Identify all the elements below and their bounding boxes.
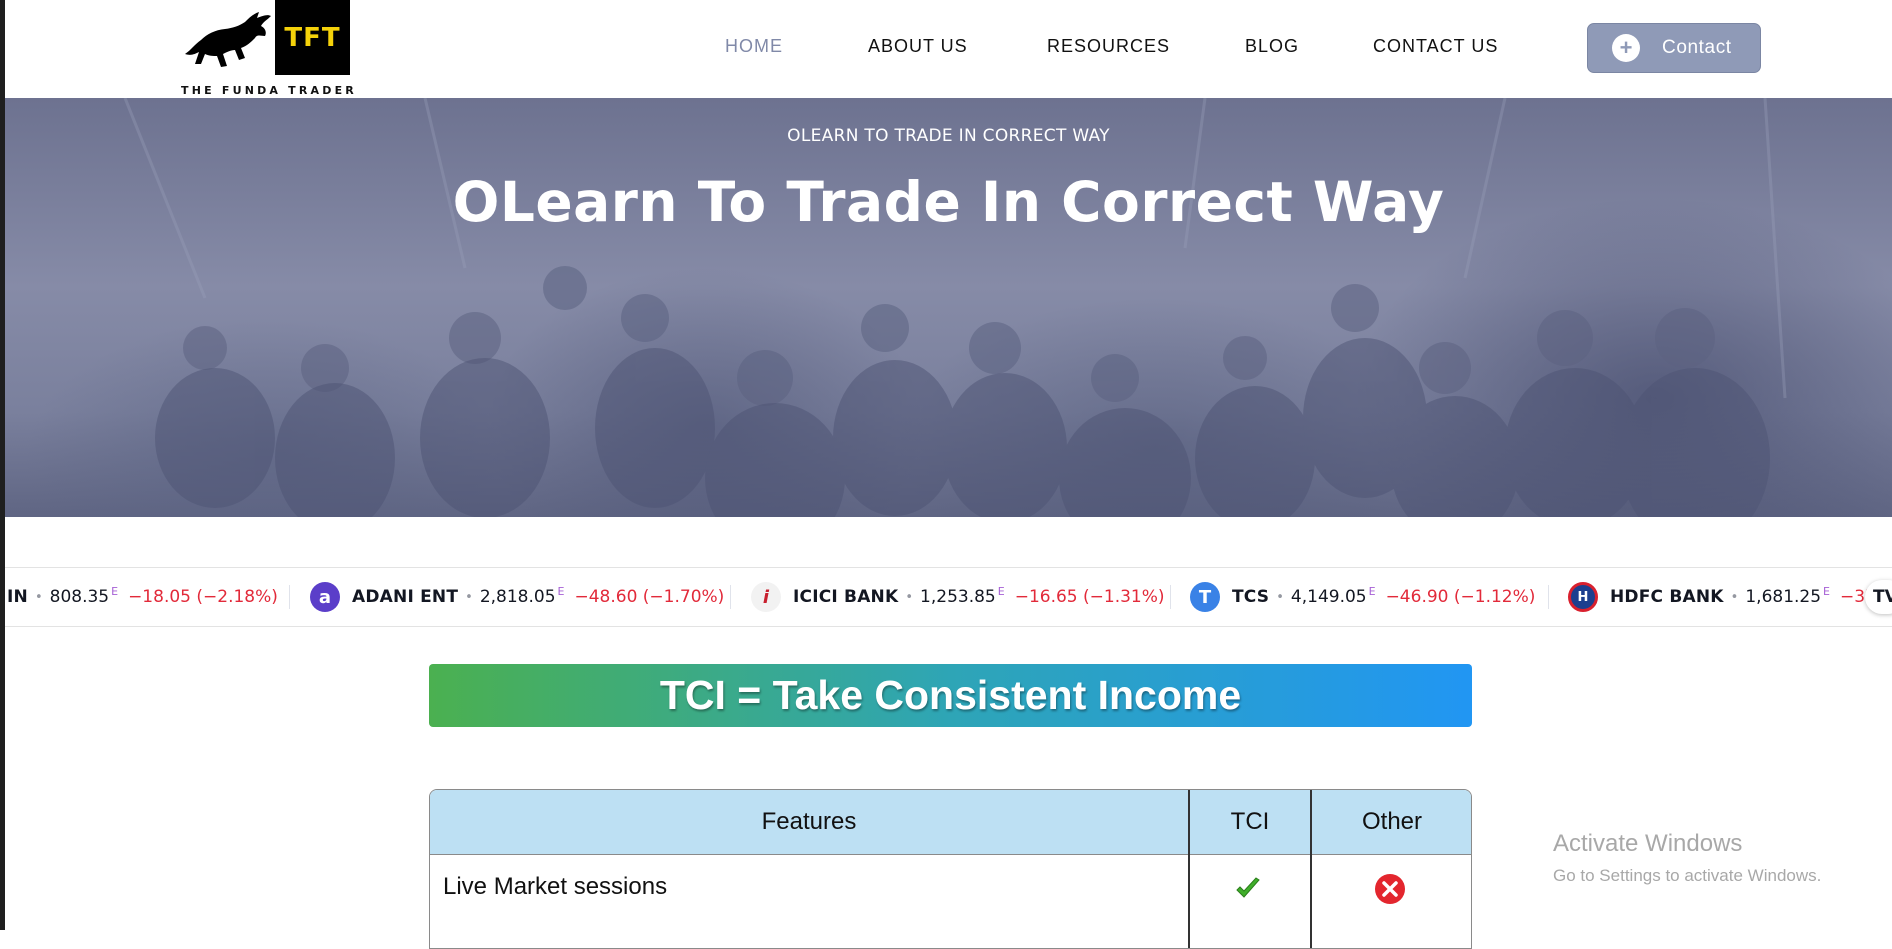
activate-subtitle: Go to Settings to activate Windows.: [1553, 866, 1822, 885]
brand-name: THE FUNDA TRADER: [181, 84, 357, 97]
window-edge: [0, 0, 5, 930]
icici-logo-icon: i: [751, 582, 781, 612]
tcs-logo-icon: T: [1190, 582, 1220, 612]
ticker-symbol: ADANI ENT: [352, 587, 459, 607]
ticker-item[interactable]: H HDFC BANK • 1,681.25 E −37: [1568, 568, 1876, 626]
nav-contact-us[interactable]: CONTACT US: [1373, 36, 1498, 57]
ticker-symbol: ICICI BANK: [793, 587, 899, 607]
separator-dot: •: [34, 589, 43, 605]
separator-dot: •: [1730, 589, 1739, 605]
ticker-price: 1,253.85: [920, 587, 996, 607]
ticker-item[interactable]: a ADANI ENT • 2,818.05 E −48.60 (−1.70%): [310, 568, 724, 626]
hero-title: OLearn To Trade In Correct Way: [452, 170, 1445, 234]
hero-section: OLEARN TO TRADE IN CORRECT WAY OLearn To…: [5, 98, 1892, 517]
separator-dot: •: [465, 589, 473, 605]
ticker-price: 2,818.05: [479, 587, 556, 607]
tci-banner: TCI = Take Consistent Income: [429, 664, 1472, 727]
ticker-marker: E: [557, 584, 565, 598]
ticker-marker: E: [997, 584, 1005, 598]
contact-button-label: Contact: [1662, 37, 1732, 58]
ticker-change: −48.60 (−1.70%): [574, 587, 725, 607]
nav-home[interactable]: HOME: [725, 36, 783, 57]
ticker-price: 4,149.05: [1290, 587, 1367, 607]
stock-ticker[interactable]: IN • 808.35 E −18.05 (−2.18%) a ADANI EN…: [5, 567, 1892, 627]
check-icon: [1236, 877, 1260, 898]
separator-dot: •: [1276, 589, 1284, 605]
plus-icon: +: [1612, 34, 1640, 62]
nav-resources[interactable]: RESOURCES: [1047, 36, 1170, 57]
features-table: Features TCI Other Live Market sessions: [429, 789, 1472, 949]
ticker-change: −16.65 (−1.31%): [1014, 587, 1165, 607]
tradingview-badge[interactable]: TV: [1865, 580, 1892, 614]
nav-blog[interactable]: BLOG: [1245, 36, 1299, 57]
ticker-item[interactable]: i ICICI BANK • 1,253.85 E −16.65 (−1.31%…: [751, 568, 1165, 626]
ticker-change: −46.90 (−1.12%): [1385, 587, 1536, 607]
ticker-price: 1,681.25: [1745, 587, 1822, 607]
ticker-marker: E: [1368, 584, 1376, 598]
ticker-item[interactable]: IN • 808.35 E −18.05 (−2.18%): [7, 568, 278, 626]
ticker-marker: E: [111, 584, 119, 598]
ticker-change: −18.05 (−2.18%): [128, 587, 278, 607]
contact-button[interactable]: + Contact: [1587, 23, 1761, 73]
x-icon: [1375, 874, 1405, 904]
site-logo[interactable]: TFT THE FUNDA TRADER: [175, 0, 365, 98]
header-features: Features: [761, 808, 857, 835]
ticker-divider: [730, 585, 731, 609]
ticker-divider: [1548, 585, 1549, 609]
ticker-marker: E: [1823, 584, 1830, 598]
ticker-price: 808.35: [49, 587, 110, 607]
hero-background-image: [123, 98, 1787, 517]
ticker-divider: [1170, 585, 1171, 609]
ticker-item[interactable]: T TCS • 4,149.05 E −46.90 (−1.12%): [1190, 568, 1535, 626]
tft-logo-badge: TFT: [275, 0, 350, 75]
ticker-symbol: TCS: [1232, 587, 1270, 607]
nav-about-us[interactable]: ABOUT US: [868, 36, 968, 57]
ticker-symbol: IN: [7, 587, 28, 607]
activate-title: Activate Windows: [1553, 830, 1743, 857]
separator-dot: •: [905, 589, 914, 605]
bull-icon: [185, 12, 271, 67]
table-row: Live Market sessions: [430, 855, 1471, 948]
hdfc-logo-icon: H: [1568, 582, 1598, 612]
ticker-divider: [289, 585, 290, 609]
ticker-symbol: HDFC BANK: [1610, 587, 1724, 607]
adani-logo-icon: a: [310, 582, 340, 612]
activate-windows-watermark: Activate Windows Go to Settings to activ…: [1553, 830, 1821, 886]
header-tci: TCI: [1230, 808, 1270, 835]
hero-subtitle: OLEARN TO TRADE IN CORRECT WAY: [787, 126, 1110, 146]
feature-name: Live Market sessions: [443, 873, 668, 900]
site-header: TFT THE FUNDA TRADER HOME ABOUT US RESOU…: [5, 0, 1892, 98]
header-other: Other: [1361, 808, 1423, 835]
